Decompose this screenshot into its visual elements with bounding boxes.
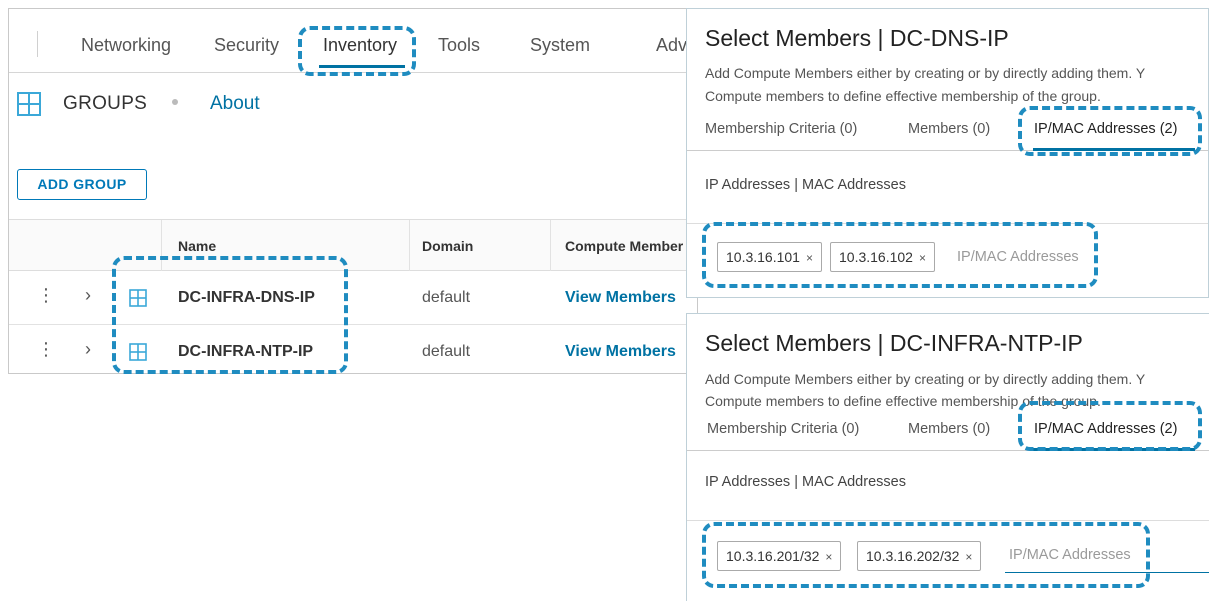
tab-ip-mac-addresses[interactable]: IP/MAC Addresses (2)	[1034, 421, 1177, 437]
column-divider	[409, 220, 410, 272]
ip-mac-subheading: IP Addresses | MAC Addresses	[705, 474, 906, 490]
table-row: ⋮ › DC-INFRA-DNS-IP default View Members	[9, 271, 697, 325]
domain-cell: default	[422, 343, 471, 360]
dialog-title: Select Members | DC-INFRA-NTP-IP	[705, 330, 1083, 356]
dialog-description: Add Compute Members either by creating o…	[705, 65, 1146, 81]
tab-members[interactable]: Members (0)	[908, 121, 990, 137]
nav-tools[interactable]: Tools	[438, 35, 480, 56]
nav-divider	[37, 31, 38, 57]
ip-chip[interactable]: 10.3.16.101 ×	[717, 242, 822, 272]
column-divider	[550, 220, 551, 272]
top-navigation: Networking Security Inventory Tools Syst…	[9, 9, 697, 73]
dialog-title: Select Members | DC-DNS-IP	[705, 25, 1009, 51]
column-header-domain[interactable]: Domain	[422, 238, 473, 254]
ip-mac-input-placeholder[interactable]: IP/MAC Addresses	[957, 249, 1079, 265]
inventory-groups-page: Networking Security Inventory Tools Syst…	[8, 8, 698, 374]
tab-membership-criteria[interactable]: Membership Criteria (0)	[707, 421, 859, 437]
column-divider	[161, 220, 162, 272]
column-header-compute-members[interactable]: Compute Member	[565, 238, 683, 254]
chevron-right-icon[interactable]: ›	[85, 339, 91, 360]
dialog-description: Add Compute Members either by creating o…	[705, 371, 1146, 387]
kebab-menu-icon[interactable]: ⋮	[37, 339, 55, 360]
page-title: GROUPS	[63, 93, 148, 114]
tab-ip-mac-addresses[interactable]: IP/MAC Addresses (2)	[1034, 121, 1177, 137]
nav-networking[interactable]: Networking	[81, 35, 171, 56]
tab-membership-criteria[interactable]: Membership Criteria (0)	[705, 121, 857, 137]
close-icon[interactable]: ×	[825, 550, 832, 564]
active-tab-indicator	[1033, 448, 1195, 451]
domain-cell: default	[422, 289, 471, 306]
group-row-icon	[129, 289, 147, 307]
dialog-description: Compute members to define effective memb…	[705, 393, 1101, 409]
section-divider	[687, 223, 1208, 224]
ip-chip-label: 10.3.16.102	[839, 249, 913, 265]
tab-members[interactable]: Members (0)	[908, 421, 990, 437]
close-icon[interactable]: ×	[806, 251, 813, 265]
table-header: Name Domain Compute Member	[9, 219, 697, 272]
select-members-dialog-ntp: Select Members | DC-INFRA-NTP-IP Add Com…	[686, 313, 1209, 601]
view-members-link[interactable]: View Members	[565, 289, 676, 307]
select-members-dialog-dns: Select Members | DC-DNS-IP Add Compute M…	[686, 8, 1209, 298]
nav-advanced[interactable]: Adv	[656, 35, 687, 56]
ip-chip-label: 10.3.16.101	[726, 249, 800, 265]
kebab-menu-icon[interactable]: ⋮	[37, 285, 55, 306]
ip-mac-subheading: IP Addresses | MAC Addresses	[705, 177, 906, 193]
ip-chip[interactable]: 10.3.16.201/32 ×	[717, 541, 842, 571]
close-icon[interactable]: ×	[965, 550, 972, 564]
group-name-cell[interactable]: DC-INFRA-DNS-IP	[178, 289, 315, 307]
dialog-tabs: Membership Criteria (0) Members (0) IP/M…	[687, 111, 1208, 151]
groups-grid-icon	[17, 92, 41, 116]
add-group-button[interactable]: ADD GROUP	[17, 169, 147, 200]
dialog-description: Compute members to define effective memb…	[705, 88, 1101, 104]
ip-chip-label: 10.3.16.202/32	[866, 548, 960, 564]
column-header-name[interactable]: Name	[178, 238, 216, 254]
title-separator-dot	[172, 99, 178, 105]
ip-chip[interactable]: 10.3.16.102 ×	[830, 242, 935, 272]
group-row-icon	[129, 343, 147, 361]
close-icon[interactable]: ×	[919, 251, 926, 265]
nav-security[interactable]: Security	[214, 35, 279, 56]
chevron-right-icon[interactable]: ›	[85, 285, 91, 306]
view-members-link[interactable]: View Members	[565, 343, 676, 361]
section-divider	[687, 520, 1209, 521]
ip-chip[interactable]: 10.3.16.202/32 ×	[857, 541, 982, 571]
nav-inventory[interactable]: Inventory	[323, 35, 397, 56]
table-row: ⋮ › DC-INFRA-NTP-IP default View Members	[9, 325, 697, 373]
nav-system[interactable]: System	[530, 35, 590, 56]
group-name-cell[interactable]: DC-INFRA-NTP-IP	[178, 343, 313, 361]
active-tab-indicator	[1033, 148, 1195, 151]
about-link[interactable]: About	[210, 93, 260, 115]
input-focus-underline	[1005, 572, 1209, 573]
ip-chip-label: 10.3.16.201/32	[726, 548, 820, 564]
dialog-tabs: Membership Criteria (0) Members (0) IP/M…	[687, 411, 1209, 451]
ip-mac-input-placeholder[interactable]: IP/MAC Addresses	[1009, 547, 1131, 563]
nav-active-indicator	[319, 65, 405, 68]
